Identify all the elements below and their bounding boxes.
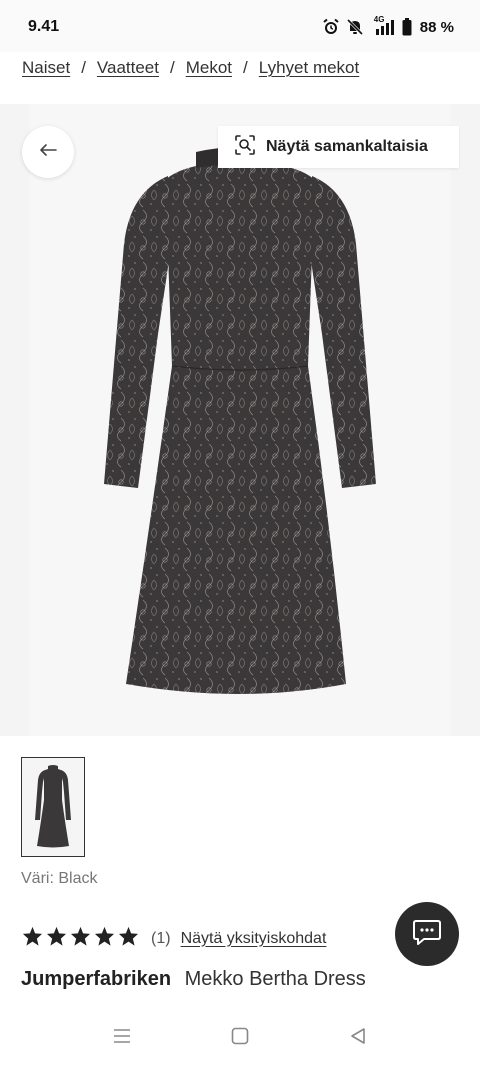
- battery-level: 88 %: [419, 18, 454, 36]
- product-brand[interactable]: Jumperfabriken: [21, 968, 171, 990]
- breadcrumb: Naiset / Vaatteet / Mekot / Lyhyet mekot: [22, 58, 359, 78]
- breadcrumb-separator: /: [243, 58, 248, 77]
- triangle-back-icon: [349, 1027, 367, 1050]
- breadcrumb-item-vaatteet[interactable]: Vaatteet: [97, 58, 159, 78]
- battery-icon: [402, 18, 412, 36]
- status-bar: 9.41 4G 88 %: [0, 0, 480, 52]
- recent-apps-button[interactable]: [108, 1026, 136, 1050]
- thumbnail-image: [35, 765, 71, 848]
- breadcrumb-item-mekot[interactable]: Mekot: [186, 58, 232, 78]
- alarm-icon: [322, 18, 340, 36]
- system-nav-bar: [0, 1010, 480, 1067]
- arrow-left-icon: [38, 142, 58, 163]
- star-icon: [94, 926, 115, 951]
- network-type: 4G: [373, 15, 385, 24]
- back-nav-button[interactable]: [344, 1026, 372, 1050]
- square-icon: [231, 1027, 249, 1050]
- breadcrumb-item-naiset[interactable]: Naiset: [22, 58, 70, 78]
- menu-lines-icon: [113, 1028, 131, 1049]
- breadcrumb-separator: /: [81, 58, 86, 77]
- star-icon: [70, 926, 91, 951]
- rating-row: (1) Näytä yksityiskohdat: [22, 926, 326, 951]
- home-button[interactable]: [226, 1026, 254, 1050]
- status-time: 9.41: [28, 18, 60, 35]
- star-icon: [46, 926, 67, 951]
- product-title: Jumperfabriken Mekko Bertha Dress: [21, 968, 366, 991]
- back-button[interactable]: [22, 126, 74, 178]
- breadcrumb-separator: /: [170, 58, 175, 77]
- star-icon: [22, 926, 43, 951]
- status-icons: 4G 88 %: [322, 15, 454, 39]
- review-count: (1): [151, 929, 171, 947]
- mute-bell-icon: [346, 18, 364, 36]
- show-similar-button[interactable]: Näytä samankaltaisia: [218, 126, 459, 168]
- star-icon: [118, 926, 139, 951]
- signal-icon: 4G: [370, 15, 396, 36]
- product-image: [104, 147, 376, 694]
- show-similar-label: Näytä samankaltaisia: [266, 138, 428, 155]
- visual-search-icon: [234, 134, 256, 161]
- chat-button[interactable]: [395, 902, 459, 966]
- chat-bubble-icon: [412, 918, 442, 951]
- product-image-gallery[interactable]: [0, 104, 480, 736]
- product-thumbnail[interactable]: [21, 757, 85, 857]
- product-name: Mekko Bertha Dress: [184, 968, 366, 990]
- rating-stars: [22, 926, 139, 951]
- breadcrumb-item-lyhyet-mekot[interactable]: Lyhyet mekot: [259, 58, 359, 78]
- show-details-link[interactable]: Näytä yksityiskohdat: [181, 930, 327, 948]
- product-color: Väri: Black: [21, 870, 98, 887]
